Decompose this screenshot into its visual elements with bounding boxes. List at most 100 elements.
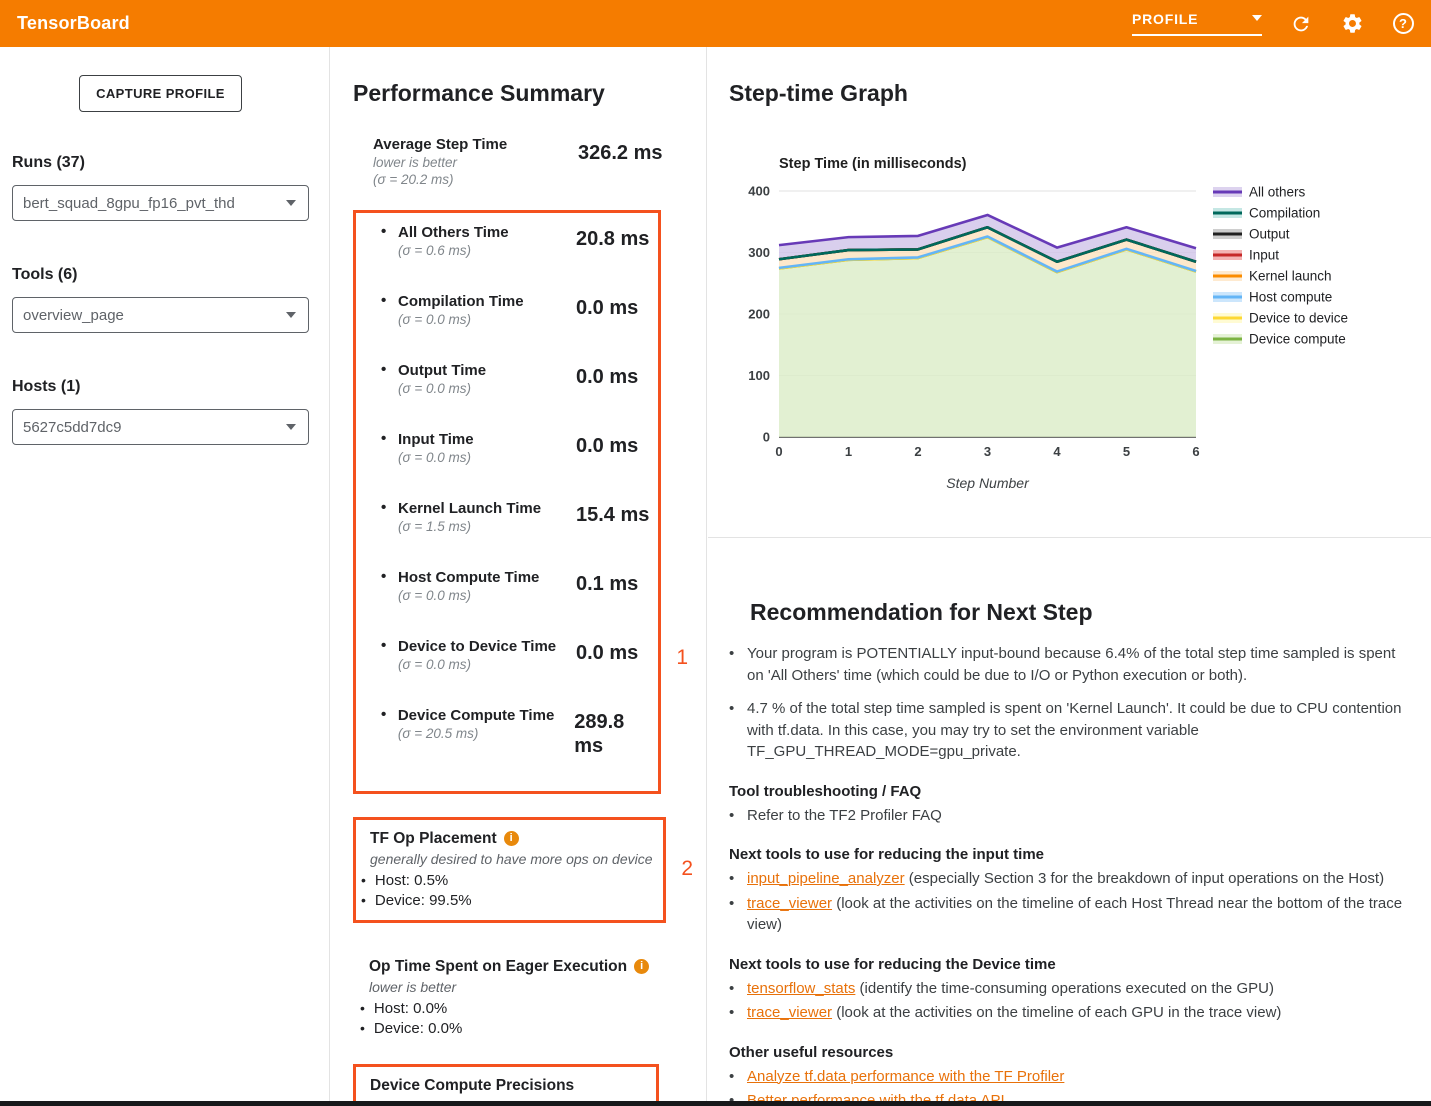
link[interactable]: tensorflow_stats	[747, 980, 855, 997]
rec-section-heading: Other useful resources	[729, 1043, 1403, 1063]
svg-text:400: 400	[748, 184, 770, 199]
recommendation-section: Tool troubleshooting / FAQ•Refer to the …	[729, 782, 1403, 827]
svg-text:Device compute: Device compute	[1249, 332, 1346, 347]
list-item: •Host: 0.0%	[355, 999, 694, 1019]
capture-profile-button[interactable]: CAPTURE PROFILE	[79, 75, 242, 112]
refresh-icon	[1290, 13, 1312, 35]
bullet-marker: •	[381, 292, 398, 328]
metric-label: Compilation Time	[398, 292, 576, 311]
bullet-marker: •	[729, 1066, 736, 1088]
list-item: •trace_viewer (look at the activities on…	[729, 893, 1403, 936]
refresh-button[interactable]	[1289, 12, 1313, 36]
gear-icon	[1341, 12, 1364, 35]
rec-section-heading: Next tools to use for reducing the input…	[729, 845, 1403, 865]
runs-label: Runs (37)	[12, 154, 309, 172]
settings-button[interactable]	[1340, 12, 1364, 36]
eager-subtitle: lower is better	[369, 978, 694, 996]
annotation-number-1: 1	[676, 647, 688, 669]
metric-sigma: (σ = 0.0 ms)	[398, 449, 576, 466]
info-icon[interactable]: i	[504, 831, 519, 846]
svg-text:Device to device: Device to device	[1249, 311, 1348, 326]
metric-sigma: (σ = 1.5 ms)	[398, 518, 576, 535]
performance-summary-title: Performance Summary	[353, 80, 694, 107]
hosts-select[interactable]: 5627c5dd7dc9	[12, 409, 309, 445]
tf-op-placement-items: •Host: 0.5%•Device: 99.5%	[356, 871, 663, 910]
bullet-marker: •	[381, 568, 398, 604]
dashboard-select-value: PROFILE	[1132, 11, 1198, 27]
annotation-number-2: 2	[681, 858, 693, 880]
precisions-title: Device Compute Precisions	[370, 1076, 574, 1095]
metric-row: •Device to Device Time(σ = 0.0 ms)0.0 ms	[356, 637, 658, 673]
metric-row: •Compilation Time(σ = 0.0 ms)0.0 ms	[356, 292, 658, 328]
hosts-select-value: 5627c5dd7dc9	[23, 419, 121, 436]
svg-text:3: 3	[984, 444, 991, 459]
eager-title: Op Time Spent on Eager Execution	[369, 957, 627, 976]
help-icon: ?	[1393, 13, 1414, 34]
bullet-marker: •	[381, 499, 398, 535]
link[interactable]: input_pipeline_analyzer	[747, 870, 905, 887]
list-item: •Device: 99.5%	[356, 891, 663, 911]
bullet-marker: •	[729, 643, 736, 686]
bullet-marker: •	[729, 1002, 736, 1024]
svg-text:0: 0	[775, 444, 782, 459]
rec-section-heading: Tool troubleshooting / FAQ	[729, 782, 1403, 802]
list-item: •4.7 % of the total step time sampled is…	[729, 698, 1403, 763]
list-item: • Analyze tf.data performance with the TF…	[729, 1066, 1403, 1088]
metric-sigma: (σ = 0.0 ms)	[398, 311, 576, 328]
eager-items: •Host: 0.0%•Device: 0.0%	[355, 999, 694, 1038]
metric-label: Device Compute Time	[398, 706, 574, 725]
performance-summary-panel: Performance Summary Average Step Time lo…	[331, 47, 707, 1101]
list-item: •Better performance with the tf.data API	[729, 1090, 1403, 1101]
link[interactable]: Better performance with the tf.data API	[747, 1092, 1005, 1101]
metric-label: Input Time	[398, 430, 576, 449]
metric-value: 20.8 ms	[576, 227, 649, 259]
link[interactable]: Analyze tf.data performance with the TF …	[747, 1068, 1064, 1085]
runs-select-value: bert_squad_8gpu_fp16_pvt_thd	[23, 195, 235, 212]
hosts-label: Hosts (1)	[12, 378, 309, 396]
bottom-edge-bar	[0, 1101, 1431, 1106]
step-time-chart[interactable]: 01002003004000123456Step Time (in millis…	[708, 150, 1431, 520]
metric-label: Kernel Launch Time	[398, 499, 576, 518]
bullet-marker: •	[729, 893, 736, 936]
link[interactable]: trace_viewer	[747, 895, 832, 912]
help-button[interactable]: ?	[1391, 12, 1415, 36]
metric-sigma: (σ = 0.6 ms)	[398, 242, 576, 259]
recommendation-panel: Recommendation for Next Step •Your progr…	[708, 537, 1431, 1101]
metric-label: Host Compute Time	[398, 568, 576, 587]
sidebar: CAPTURE PROFILE Runs (37) bert_squad_8gp…	[0, 47, 330, 1101]
metric-row: •Host Compute Time(σ = 0.0 ms)0.1 ms	[356, 568, 658, 604]
recommendation-title: Recommendation for Next Step	[750, 599, 1403, 626]
metric-value: 289.8 ms	[574, 710, 658, 758]
average-step-time-row: Average Step Time lower is better (σ = 2…	[373, 135, 694, 188]
info-icon[interactable]: i	[634, 959, 649, 974]
step-time-graph-title: Step-time Graph	[729, 80, 1431, 107]
metric-label: Average Step Time	[373, 135, 578, 154]
annotation-box-1: •All Others Time(σ = 0.6 ms)20.8 ms•Comp…	[353, 210, 661, 794]
link[interactable]: trace_viewer	[747, 1004, 832, 1021]
svg-text:Kernel launch: Kernel launch	[1249, 269, 1332, 284]
metric-value: 0.0 ms	[576, 641, 638, 673]
metric-label: All Others Time	[398, 223, 576, 242]
svg-text:0: 0	[763, 430, 770, 445]
svg-text:100: 100	[748, 368, 770, 383]
recommendation-sections: Tool troubleshooting / FAQ•Refer to the …	[729, 782, 1403, 1102]
recommendation-section: Next tools to use for reducing the input…	[729, 845, 1403, 936]
metric-sigma: (σ = 0.0 ms)	[398, 587, 576, 604]
tools-select[interactable]: overview_page	[12, 297, 309, 333]
metric-subtitle: lower is better	[373, 154, 578, 171]
bullet-marker: •	[360, 1019, 365, 1039]
bullet-marker: •	[729, 698, 736, 763]
dashboard-select[interactable]: PROFILE	[1132, 11, 1262, 36]
metric-row: •All Others Time(σ = 0.6 ms)20.8 ms	[356, 223, 658, 259]
metric-list: •All Others Time(σ = 0.6 ms)20.8 ms•Comp…	[356, 223, 658, 758]
runs-select[interactable]: bert_squad_8gpu_fp16_pvt_thd	[12, 185, 309, 221]
bullet-marker: •	[360, 999, 365, 1019]
svg-text:6: 6	[1192, 444, 1199, 459]
bullet-marker: •	[381, 223, 398, 259]
bullet-marker: •	[361, 891, 366, 911]
caret-down-icon	[286, 200, 296, 206]
svg-text:Compilation: Compilation	[1249, 206, 1320, 221]
bullet-marker: •	[729, 805, 736, 827]
eager-execution-section: Op Time Spent on Eager Execution i lower…	[355, 957, 694, 1038]
list-item: •Device: 0.0%	[355, 1019, 694, 1039]
